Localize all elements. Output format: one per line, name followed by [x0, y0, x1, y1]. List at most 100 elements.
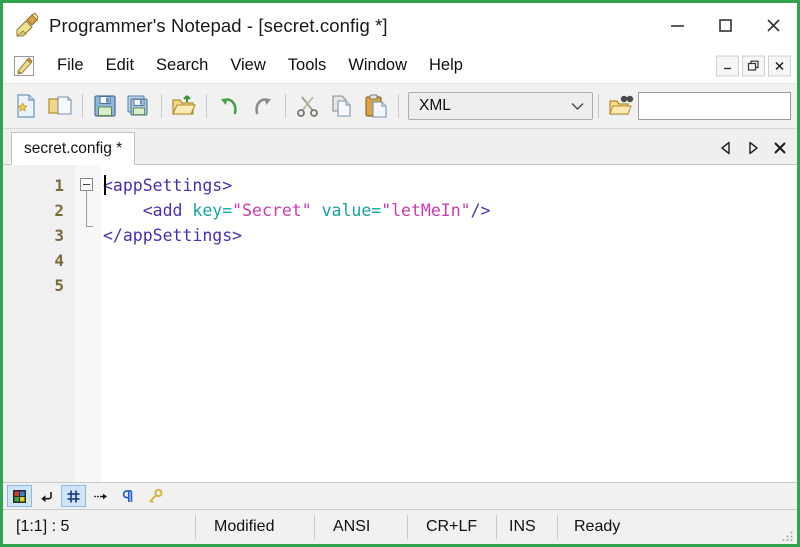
- grid-hash-icon: [67, 490, 80, 502]
- line-number: 4: [54, 251, 64, 270]
- save-all-button[interactable]: [122, 89, 156, 123]
- undo-arrow-icon: [221, 98, 237, 115]
- text-caret: [104, 175, 106, 195]
- fold-minus-icon[interactable]: [80, 178, 93, 191]
- status-modified: Modified: [214, 518, 275, 535]
- save-disk-icon: [94, 95, 116, 117]
- code-line-3: </appSettings>: [103, 223, 797, 248]
- toolbar-separator: [206, 94, 207, 118]
- code-fold-margin[interactable]: [75, 165, 101, 482]
- find-in-files-button[interactable]: [604, 89, 638, 123]
- open-file-button[interactable]: [43, 89, 77, 123]
- redo-button[interactable]: [246, 89, 280, 123]
- menu-item-file[interactable]: File: [46, 53, 95, 78]
- keyboard-macro-button[interactable]: [142, 485, 167, 507]
- triangle-right-icon: [749, 141, 758, 155]
- dotted-arrow-icon: [94, 493, 107, 499]
- status-line-endings: CR+LF: [426, 518, 478, 535]
- code-token-tag: <add: [103, 201, 193, 220]
- tab-close-button[interactable]: [771, 138, 789, 158]
- maximize-icon: [718, 19, 732, 32]
- new-file-button[interactable]: [9, 89, 43, 123]
- menu-item-search[interactable]: Search: [145, 53, 219, 78]
- undo-button[interactable]: [212, 89, 246, 123]
- mdi-restore-button[interactable]: [742, 55, 765, 76]
- document-pencil-icon: [14, 55, 34, 76]
- title-bar: Programmer's Notepad - [secret.config *]: [3, 3, 797, 48]
- save-button[interactable]: [88, 89, 122, 123]
- toolbar-separator: [598, 94, 599, 118]
- restore-icon: [747, 60, 759, 71]
- close-button[interactable]: [749, 3, 797, 48]
- tab-prev-button[interactable]: [717, 138, 735, 158]
- word-wrap-icon: [41, 491, 52, 502]
- line-number: 5: [54, 276, 64, 295]
- fold-connector-foot: [86, 226, 93, 227]
- code-token-value: "Secret": [232, 201, 312, 220]
- code-token-attr: value=: [321, 201, 382, 220]
- caption-button-group: [653, 3, 797, 48]
- key-icon: [148, 488, 163, 503]
- tab-label: secret.config *: [24, 139, 123, 157]
- code-text-pane[interactable]: <appSettings> <add key="Secret" value="l…: [101, 165, 797, 482]
- code-line-2: <add key="Secret" value="letMeIn"/>: [103, 198, 797, 223]
- color-grid-icon: [13, 489, 26, 503]
- minimize-icon: [724, 67, 731, 69]
- chevron-down-icon: [571, 102, 584, 111]
- word-wrap-toggle[interactable]: [34, 485, 59, 507]
- code-token-attr: key=: [192, 201, 233, 220]
- main-toolbar: XML: [3, 84, 797, 129]
- open-folder-icon: [48, 96, 72, 115]
- tab-secret-config[interactable]: secret.config *: [11, 132, 136, 165]
- code-line-1: <appSettings>: [103, 173, 797, 198]
- scheme-select[interactable]: XML: [408, 92, 593, 120]
- status-encoding: ANSI: [333, 518, 371, 535]
- code-token-value: "letMeIn": [381, 201, 471, 220]
- syntax-colors-toggle[interactable]: [7, 485, 32, 507]
- open-project-icon: [172, 95, 196, 115]
- toolbar-separator: [161, 94, 162, 118]
- menu-item-view[interactable]: View: [219, 53, 276, 78]
- toolbar-separator: [285, 94, 286, 118]
- code-token-tag: </appSettings>: [103, 226, 243, 245]
- clipboard-icon: [365, 94, 387, 118]
- status-insert-mode: INS: [509, 518, 536, 535]
- close-icon: [775, 61, 784, 70]
- resize-grip-icon[interactable]: [780, 528, 794, 542]
- maximize-button[interactable]: [701, 3, 749, 48]
- save-all-icon: [127, 95, 148, 116]
- minimize-button[interactable]: [653, 3, 701, 48]
- application-window: Programmer's Notepad - [secret.config *]: [0, 0, 800, 547]
- menu-item-edit[interactable]: Edit: [95, 53, 145, 78]
- menu-item-window[interactable]: Window: [337, 53, 418, 78]
- editor-area[interactable]: 1 2 3 4 5 <appSettings> <add key="Secret…: [3, 165, 797, 482]
- mdi-button-group: [716, 55, 791, 76]
- new-file-icon: [17, 94, 35, 118]
- copy-button[interactable]: [325, 89, 359, 123]
- tab-next-button[interactable]: [744, 138, 762, 158]
- code-token-tag: [312, 201, 322, 220]
- paste-button[interactable]: [359, 89, 393, 123]
- scheme-select-value: XML: [419, 97, 451, 114]
- menu-item-help[interactable]: Help: [418, 53, 474, 78]
- show-whitespace-toggle[interactable]: [115, 485, 140, 507]
- mdi-close-button[interactable]: [768, 55, 791, 76]
- menu-item-tools[interactable]: Tools: [277, 53, 338, 78]
- indent-guides-toggle[interactable]: [88, 485, 113, 507]
- close-icon: [774, 142, 786, 154]
- toolbar-separator: [398, 94, 399, 118]
- line-numbers-toggle[interactable]: [61, 485, 86, 507]
- line-number: 3: [54, 226, 64, 245]
- cut-button[interactable]: [291, 89, 325, 123]
- status-state: Ready: [574, 518, 621, 535]
- open-project-button[interactable]: [167, 89, 201, 123]
- status-bar: [1:1] : 5 Modified ANSI CR+LF INS Ready: [3, 509, 797, 544]
- window-title: Programmer's Notepad - [secret.config *]: [49, 14, 388, 36]
- mdi-minimize-button[interactable]: [716, 55, 739, 76]
- find-input[interactable]: [638, 92, 791, 120]
- app-icon: [16, 11, 39, 36]
- minimize-icon: [670, 25, 684, 27]
- copy-pages-icon: [332, 95, 351, 117]
